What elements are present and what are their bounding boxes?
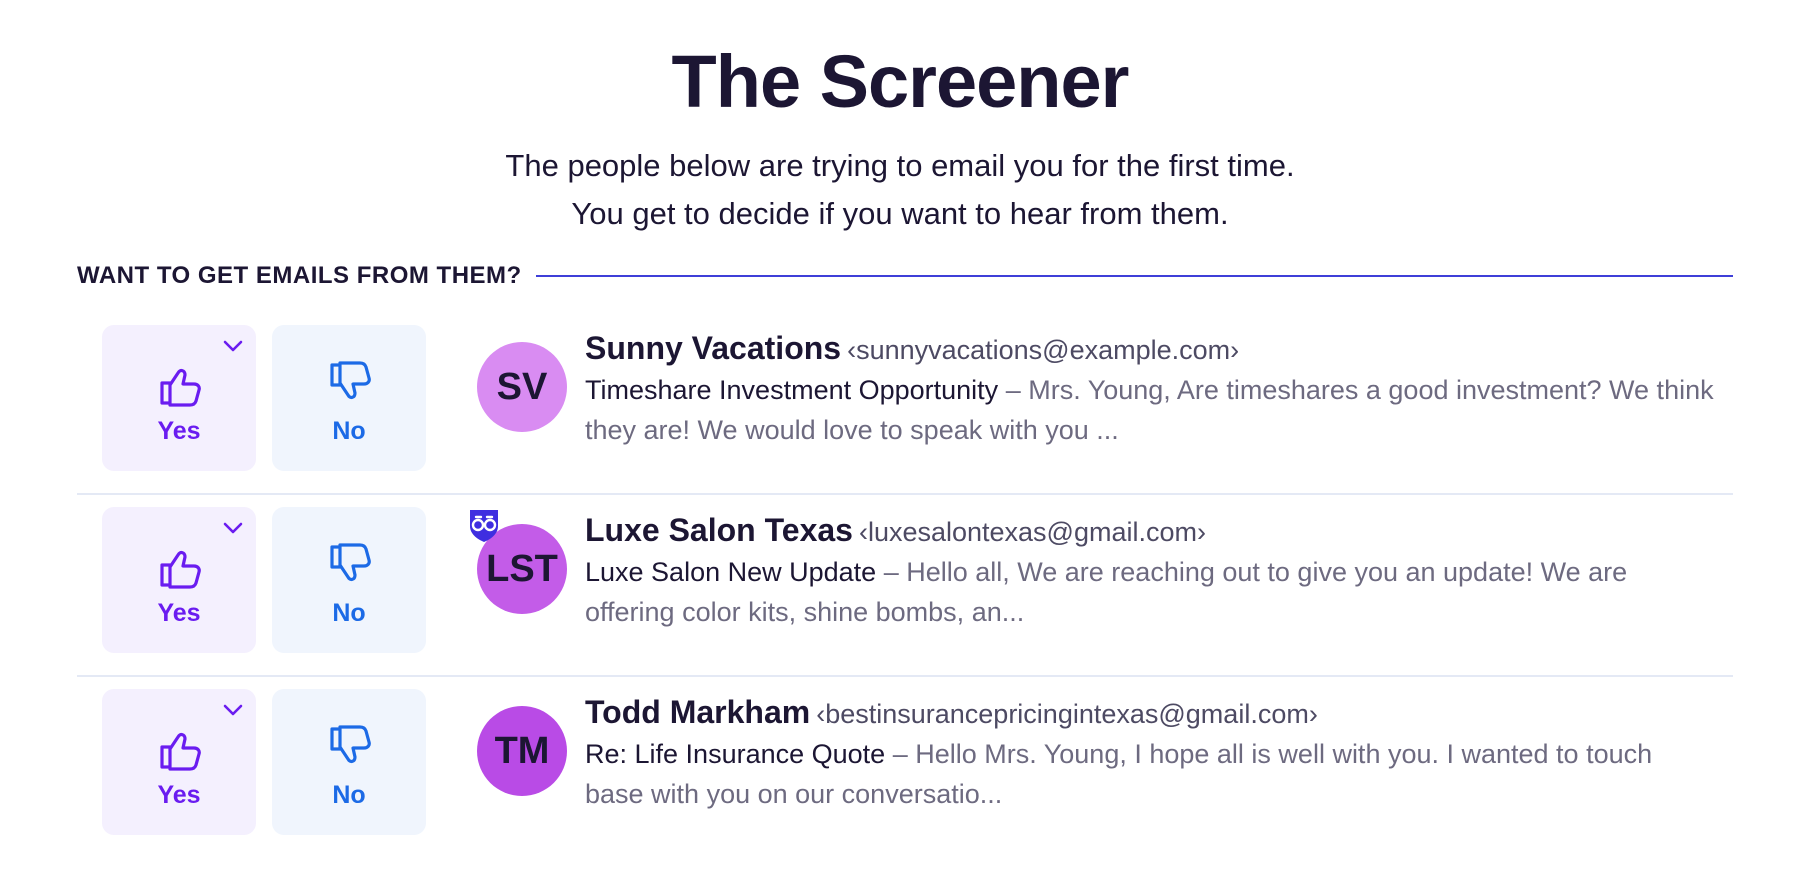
sender-row: Yes No TM Todd Markham ‹bestinsurancepric… [77, 677, 1733, 859]
email-subject: Timeshare Investment Opportunity [585, 375, 999, 405]
yes-label: Yes [157, 781, 201, 809]
email-summary[interactable]: Luxe Salon Texas ‹luxesalontexas@gmail.co… [585, 510, 1715, 632]
avatar-initials: SV [496, 365, 548, 408]
chevron-down-icon[interactable] [222, 521, 244, 535]
sender-email: ‹sunnyvacations@example.com› [847, 335, 1240, 365]
thumbs-up-icon [160, 368, 201, 407]
yes-button[interactable]: Yes [102, 689, 256, 835]
spy-binoculars-shield-icon [470, 510, 498, 542]
avatar-initials: LST [486, 547, 558, 590]
avatar: TM [477, 706, 567, 796]
page-title: The Screener [671, 40, 1130, 123]
thumbs-down-icon [330, 543, 371, 582]
thumbs-up-icon [160, 550, 201, 589]
preview-separator: – [885, 739, 916, 769]
email-subject: Re: Life Insurance Quote [585, 739, 886, 769]
sender-list: Yes No SV Sunny Vacations ‹sunnyvacations… [77, 313, 1733, 859]
sender-row: Yes No SV Sunny Vacations ‹sunnyvacations… [77, 313, 1733, 495]
email-preview: Timeshare Investment Opportunity – Mrs. … [585, 370, 1715, 450]
yes-label: Yes [157, 417, 201, 445]
subtitle-line-2: You get to decide if you want to hear fr… [571, 196, 1229, 231]
subtitle-line-1: The people below are trying to email you… [505, 148, 1295, 183]
chevron-down-icon[interactable] [222, 703, 244, 717]
page-header: The Screener The people below are trying… [0, 0, 1800, 238]
screener-page: The Screener The people below are trying… [0, 0, 1800, 878]
no-button[interactable]: No [272, 689, 426, 835]
email-preview: Re: Life Insurance Quote – Hello Mrs. Yo… [585, 734, 1715, 814]
sender-line: Luxe Salon Texas ‹luxesalontexas@gmail.co… [585, 510, 1715, 552]
preview-separator: – [998, 375, 1029, 405]
section-label: WANT TO GET EMAILS FROM THEM? [77, 262, 522, 289]
sender-row: Yes No LST Luxe Salon Texas ‹luxesalontex… [77, 495, 1733, 677]
yes-button[interactable]: Yes [102, 325, 256, 471]
sender-email: ‹bestinsurancepricingintexas@gmail.com› [816, 699, 1318, 729]
no-label: No [332, 781, 366, 809]
sender-name: Sunny Vacations [585, 330, 842, 366]
sender-email: ‹luxesalontexas@gmail.com› [858, 517, 1206, 547]
avatar: SV [477, 342, 567, 432]
preview-separator: – [876, 557, 907, 587]
page-subtitle: The people below are trying to email you… [0, 142, 1800, 238]
sender-name: Luxe Salon Texas [585, 512, 853, 548]
yes-button[interactable]: Yes [102, 507, 256, 653]
yes-label: Yes [157, 599, 201, 627]
sender-line: Todd Markham ‹bestinsurancepricingintexas… [585, 692, 1715, 734]
email-subject: Luxe Salon New Update [585, 557, 877, 587]
email-preview: Luxe Salon New Update – Hello all, We ar… [585, 552, 1715, 632]
sender-name: Todd Markham [585, 694, 811, 730]
no-button[interactable]: No [272, 325, 426, 471]
no-button[interactable]: No [272, 507, 426, 653]
no-label: No [332, 599, 366, 627]
chevron-down-icon[interactable] [222, 339, 244, 353]
thumbs-down-icon [330, 725, 371, 764]
avatar-initials: TM [494, 729, 550, 772]
email-summary[interactable]: Todd Markham ‹bestinsurancepricingintexas… [585, 692, 1715, 814]
thumbs-up-icon [160, 732, 201, 771]
section-header: WANT TO GET EMAILS FROM THEM? [77, 262, 1733, 290]
no-label: No [332, 417, 366, 445]
thumbs-down-icon [330, 361, 371, 400]
section-divider [535, 275, 1733, 277]
email-summary[interactable]: Sunny Vacations ‹sunnyvacations@example.c… [585, 328, 1715, 450]
sender-line: Sunny Vacations ‹sunnyvacations@example.c… [585, 328, 1715, 370]
